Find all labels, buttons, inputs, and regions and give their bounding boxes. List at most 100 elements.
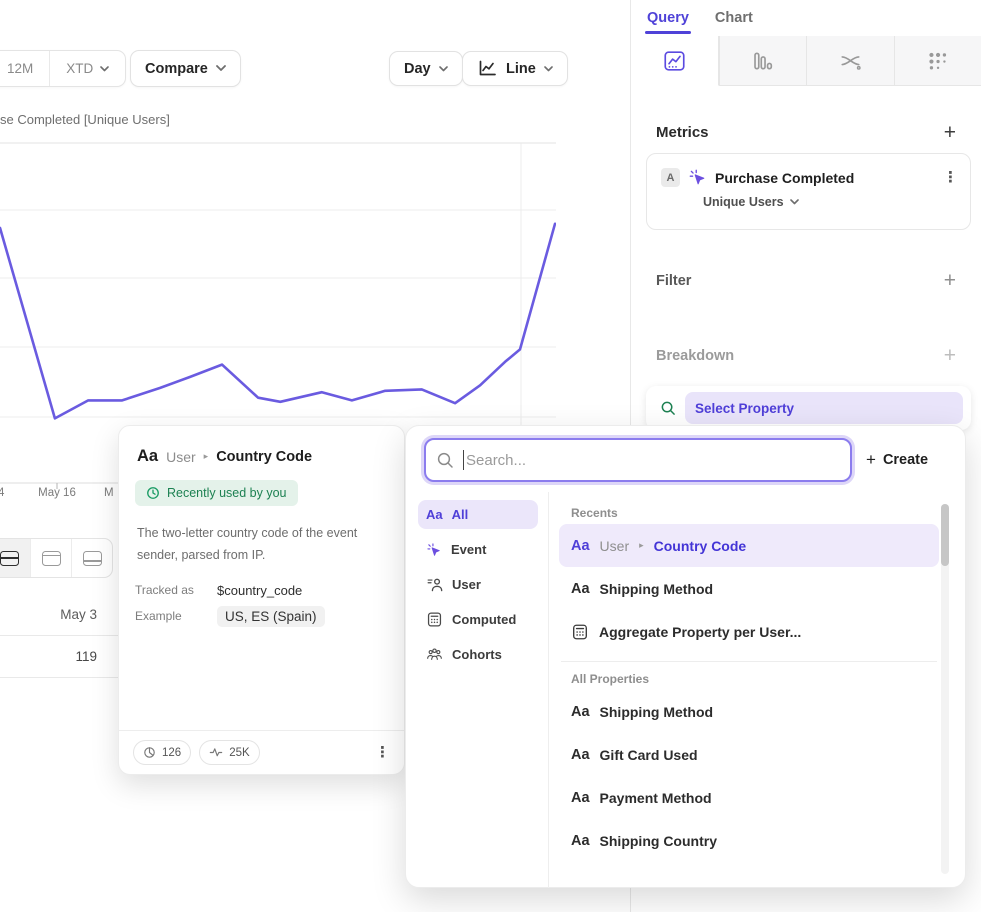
- list-item[interactable]: Aggregate Property per User...: [559, 610, 939, 653]
- category-cohorts[interactable]: Cohorts: [418, 640, 538, 669]
- line-chart-icon: [477, 59, 498, 78]
- event-sparkle-icon: [426, 542, 442, 558]
- search-input[interactable]: [424, 438, 852, 482]
- category-computed[interactable]: Computed: [418, 605, 538, 634]
- kebab-menu-icon[interactable]: ⋮: [375, 746, 390, 760]
- list-item[interactable]: Aa Shipping Country: [559, 819, 939, 862]
- add-filter-button[interactable]: +: [944, 270, 956, 291]
- retention-report-button[interactable]: [894, 36, 981, 86]
- pie-chart-icon: [143, 746, 156, 759]
- split-middle-icon: [0, 551, 19, 566]
- metrics-heading: Metrics: [656, 124, 709, 141]
- table-cell-value: 119: [0, 649, 97, 664]
- create-property-button[interactable]: + Create: [866, 450, 928, 470]
- list-item[interactable]: Aa Shipping Method: [559, 567, 939, 610]
- category-label: User: [452, 577, 481, 592]
- string-type-icon: Aa: [571, 581, 590, 597]
- scrollbar-track[interactable]: [941, 504, 949, 874]
- breadcrumb-caret-icon: ▸: [204, 451, 209, 462]
- metric-card[interactable]: A Purchase Completed ⋮ Unique Users: [646, 153, 971, 230]
- list-item[interactable]: Aa Gift Card Used: [559, 733, 939, 776]
- footer-bottom-layout-button[interactable]: [71, 539, 112, 577]
- split-bottom-icon: [83, 551, 102, 566]
- select-property-pill: Select Property: [685, 392, 963, 424]
- split-rows-layout-button[interactable]: [0, 539, 30, 577]
- chart-type-button[interactable]: Line: [462, 51, 568, 86]
- search-icon: [660, 400, 676, 416]
- add-metric-button[interactable]: +: [944, 122, 956, 143]
- category-all[interactable]: Aa All: [418, 500, 538, 529]
- search-icon: [436, 451, 454, 469]
- category-user[interactable]: User: [418, 570, 538, 599]
- table-column-header[interactable]: May 3: [0, 607, 97, 622]
- list-item[interactable]: Aa Payment Method: [559, 776, 939, 819]
- item-label: Shipping Method: [600, 704, 714, 720]
- chevron-down-icon: [544, 66, 553, 72]
- granularity-label: Day: [404, 61, 431, 77]
- breadcrumb-caret-icon: ▸: [639, 540, 644, 551]
- x-axis-tick-label: 4: [0, 487, 4, 499]
- scrollbar-thumb[interactable]: [941, 504, 949, 566]
- metric-aggregation-selector[interactable]: Unique Users: [703, 195, 970, 209]
- activity-pulse-icon: [209, 746, 223, 759]
- list-item[interactable]: Aa User ▸ Country Code: [559, 524, 939, 567]
- compare-label: Compare: [145, 61, 208, 77]
- recently-used-label: Recently used by you: [167, 486, 287, 500]
- cohorts-people-icon: [426, 646, 443, 663]
- tooltip-footer: 126 25K ⋮: [119, 730, 404, 774]
- bar-chart-icon: [751, 50, 774, 72]
- tab-chart-label: Chart: [715, 10, 753, 26]
- all-properties-heading: All Properties: [571, 672, 939, 686]
- granularity-button[interactable]: Day: [389, 51, 463, 86]
- split-top-icon: [42, 551, 61, 566]
- property-tooltip: Aa User ▸ Country Code Recently used by …: [118, 425, 405, 775]
- range-xtd-button[interactable]: XTD: [49, 51, 125, 86]
- text-cursor: [463, 450, 464, 470]
- flows-report-button[interactable]: [806, 36, 894, 86]
- query-count-badge: 126: [133, 740, 191, 765]
- header-top-layout-button[interactable]: [30, 539, 71, 577]
- create-label: Create: [883, 452, 928, 468]
- metric-event-name: Purchase Completed: [715, 170, 935, 186]
- range-xtd-label: XTD: [66, 61, 93, 76]
- query-count-value: 126: [162, 747, 181, 759]
- tab-query-label: Query: [647, 10, 689, 26]
- date-range-segmented-control: 12M XTD: [0, 50, 126, 87]
- kebab-menu-icon[interactable]: ⋮: [943, 171, 958, 185]
- panel-tabs: Query Chart: [631, 0, 981, 36]
- chart-line: [0, 224, 555, 419]
- property-list: Recents Aa User ▸ Country Code Aa Shippi…: [549, 492, 965, 888]
- example-label: Example: [135, 609, 217, 623]
- report-type-switcher: [631, 36, 981, 86]
- category-label: All: [452, 507, 469, 522]
- string-type-icon: Aa: [137, 447, 158, 466]
- breakdown-select-property[interactable]: Select Property: [646, 386, 971, 430]
- search-field: [424, 438, 852, 482]
- metric-aggregation-label: Unique Users: [703, 195, 784, 209]
- property-name: Country Code: [216, 449, 312, 465]
- string-type-icon: Aa: [571, 538, 590, 554]
- line-chart-icon: [663, 50, 686, 72]
- user-icon: [426, 576, 443, 593]
- add-breakdown-button[interactable]: +: [944, 345, 956, 366]
- clock-icon: [146, 486, 160, 500]
- metric-letter-badge: A: [661, 168, 680, 187]
- list-item[interactable]: Aa Shipping Method: [559, 690, 939, 733]
- recently-used-badge: Recently used by you: [135, 480, 298, 506]
- tab-chart[interactable]: Chart: [715, 0, 753, 36]
- layout-toggle-group: [0, 538, 113, 578]
- breakdown-heading: Breakdown: [656, 348, 734, 364]
- calculator-icon: [571, 623, 589, 641]
- item-parent: User: [600, 538, 630, 554]
- chevron-down-icon: [439, 66, 448, 72]
- category-label: Event: [451, 542, 486, 557]
- funnels-report-button[interactable]: [719, 36, 807, 86]
- category-event[interactable]: Event: [418, 535, 538, 564]
- range-12m-button[interactable]: 12M: [0, 51, 49, 86]
- range-12m-label: 12M: [7, 61, 33, 76]
- list-divider: [561, 661, 937, 662]
- compare-button[interactable]: Compare: [130, 50, 241, 87]
- insights-report-button[interactable]: [631, 36, 719, 86]
- item-label: Gift Card Used: [600, 747, 698, 763]
- item-label: Payment Method: [600, 790, 712, 806]
